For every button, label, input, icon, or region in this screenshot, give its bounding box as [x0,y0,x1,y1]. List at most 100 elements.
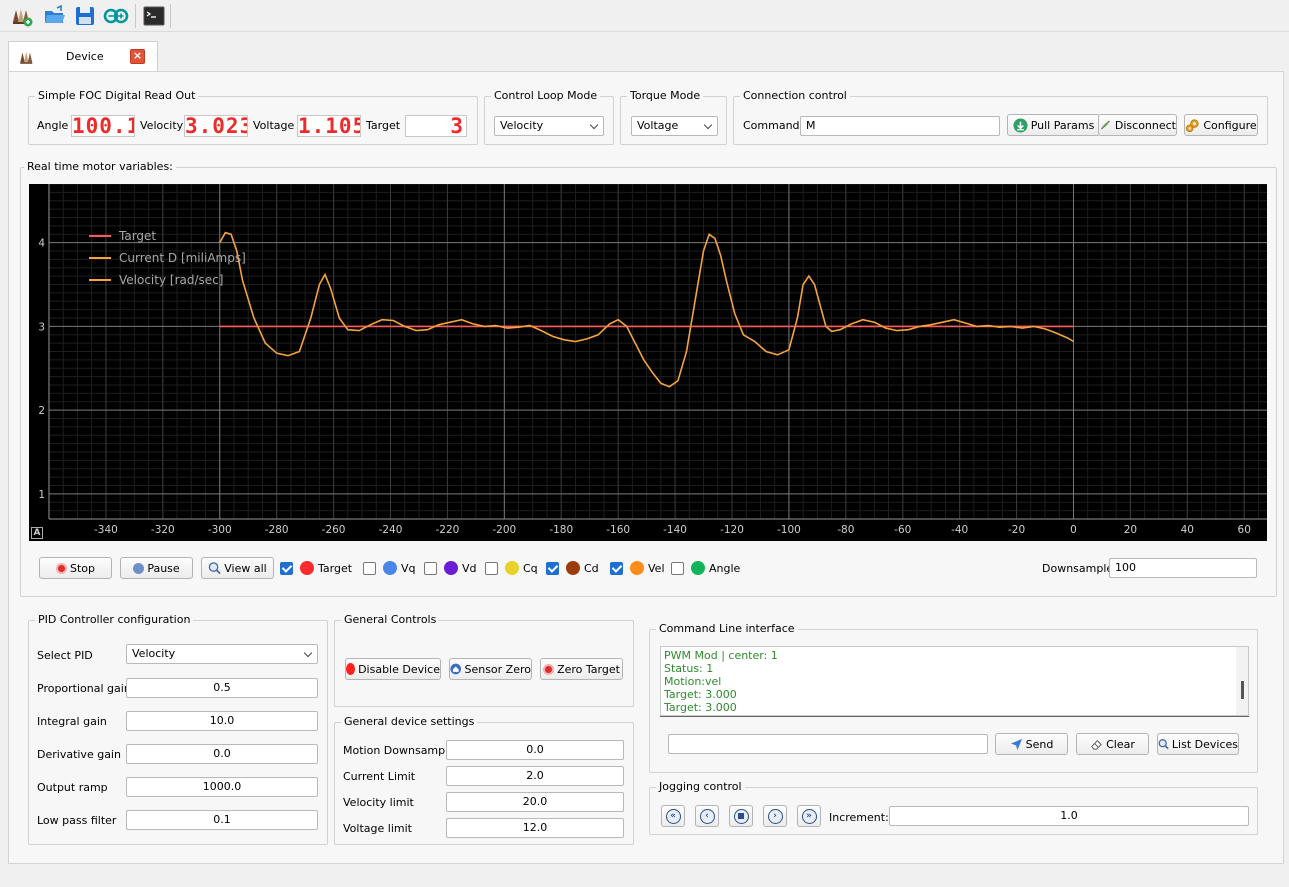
x-tick-label: 20 [1124,524,1137,536]
low-pass-filter-input[interactable]: 0.1 [126,810,318,830]
realtime-plot[interactable]: -340 -320 -300 -280 -260 -240 -220 -200 -180 -160… [29,183,1267,541]
send-button[interactable]: Send [995,733,1068,755]
view-all-button[interactable]: View all [201,557,274,579]
channel-checkbox-vel[interactable] [610,562,623,575]
send-icon [1010,738,1022,750]
command-input[interactable]: M [800,116,1000,136]
console-line: Target: 3.000 [664,688,737,701]
x-tick-label: 40 [1181,524,1194,536]
tab-label: Device [66,50,104,63]
channel-checkbox-target[interactable] [280,562,293,575]
channel-checkbox-vq[interactable] [363,562,376,575]
sensor-zero-button[interactable]: Sensor Zero [449,658,532,680]
console-line: Status: 1 [664,662,714,675]
disable-device-button[interactable]: Disable Device [345,658,441,680]
pause-button[interactable]: Pause [120,557,193,579]
setting-label: Velocity limit [343,796,414,809]
velocity-readout: 3.023 [184,115,248,137]
clear-button[interactable]: Clear [1076,733,1149,755]
channel-checkbox-cq[interactable] [485,562,498,575]
configure-button[interactable]: Configure [1184,114,1258,136]
control-loop-title: Control Loop Mode [491,89,601,102]
home-icon [450,663,462,675]
tab-device[interactable]: Device × [8,41,158,72]
stop-icon [543,663,555,675]
console-line: PWM Mod | center: 1 [664,649,778,662]
stop-button[interactable]: Stop [39,557,112,579]
proportional-gain-input[interactable]: 0.5 [126,678,318,698]
velocity-limit-input[interactable]: 20.0 [446,792,624,812]
cli-output: PWM Mod | center: 1 Status: 1 Motion:vel Ta… [661,647,1248,714]
jog-back-button[interactable]: ‹ [695,805,719,827]
save-icon[interactable] [72,3,98,29]
downsample-input[interactable]: 100 [1109,558,1257,578]
integral-gain-input[interactable]: 10.0 [126,711,318,731]
legend-label: Velocity [rad/sec] [119,273,223,287]
console-scrollbar[interactable] [1236,647,1248,715]
arduino-icon[interactable] [103,3,129,29]
legend-label: Current D [miliAmps] [119,251,246,265]
download-icon [1013,117,1028,133]
add-device-icon[interactable] [9,3,35,29]
channel-color-dot [691,561,705,575]
chevron-down-icon [303,648,313,658]
motion-downsample-input[interactable]: 0.0 [446,740,624,760]
jog-stop-button[interactable] [729,805,753,827]
current-limit-input[interactable]: 2.0 [446,766,624,786]
control-loop-select[interactable]: Velocity [494,116,604,136]
red-circle-icon [346,663,356,675]
close-icon[interactable]: × [130,49,145,64]
control-loop-value: Velocity [500,119,544,132]
pull-params-button[interactable]: Pull Params [1007,114,1100,136]
x-tick-label: -160 [606,524,630,536]
setting-label: Current Limit [343,770,416,783]
pid-group: PID Controller configuration Select PID … [28,613,328,845]
open-folder-icon[interactable] [42,3,68,29]
cli-input[interactable] [668,734,988,754]
velocity-label: Velocity [140,119,184,132]
jogging-title: Jogging control [656,780,745,793]
channel-checkbox-cd[interactable] [546,562,559,575]
torque-mode-select[interactable]: Voltage [631,116,718,136]
output-ramp-input[interactable]: 1000.0 [126,777,318,797]
stop-icon [55,562,67,574]
plug-icon [1100,120,1110,130]
channel-label: Angle [709,562,741,575]
setting-label: Voltage limit [343,822,412,835]
search-icon [1158,739,1169,750]
command-label: Command: [743,119,804,132]
channel-toggles: Target Vq Vd Cq Cd Vel Angle [280,561,760,577]
x-tick-label: -240 [379,524,403,536]
x-tick-label: -60 [894,524,911,536]
pid-title: PID Controller configuration [35,613,194,626]
connection-title: Connection control [740,89,850,102]
target-label: Target [366,119,401,132]
pid-row-label: Output ramp [37,781,108,794]
autoscale-a-button[interactable]: A [31,527,43,539]
select-pid-dropdown[interactable]: Velocity [126,644,318,664]
general-controls-group: General Controls Disable Device Sensor Z… [334,613,634,707]
derivative-gain-input[interactable]: 0.0 [126,744,318,764]
increment-input[interactable]: 1.0 [889,806,1249,826]
channel-color-dot [630,561,644,575]
pause-icon [133,562,145,574]
general-controls-title: General Controls [341,613,440,626]
channel-checkbox-vd[interactable] [424,562,437,575]
voltage-limit-input[interactable]: 12.0 [446,818,624,838]
cli-console[interactable]: PWM Mod | center: 1 Status: 1 Motion:vel Ta… [660,646,1249,716]
fast-forward-icon: » [801,808,817,824]
downsample-label: Downsample [1042,562,1114,575]
terminal-icon[interactable] [141,3,167,29]
zero-target-button[interactable]: Zero Target [540,658,623,680]
jog-forward-button[interactable]: › [763,805,787,827]
jog-fast-back-button[interactable]: « [661,805,685,827]
chevron-down-icon [589,120,599,130]
list-devices-button[interactable]: List Devices [1157,733,1239,755]
channel-checkbox-angle[interactable] [671,562,684,575]
device-settings-group: General device settings Motion Downsampl… [334,715,634,845]
disconnect-button[interactable]: Disconnect [1098,114,1177,136]
x-tick-label: -140 [663,524,687,536]
torque-mode-value: Voltage [637,119,679,132]
jog-fast-forward-button[interactable]: » [797,805,821,827]
channel-color-dot [505,561,519,575]
